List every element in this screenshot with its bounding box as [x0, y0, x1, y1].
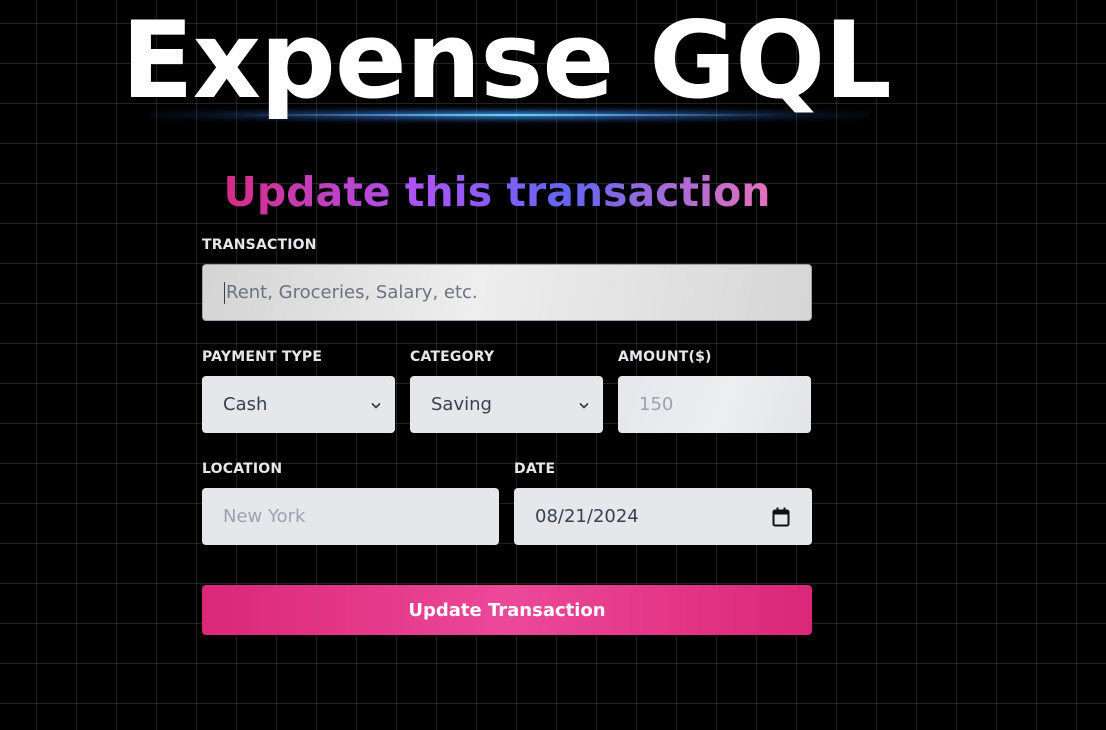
amount-placeholder: 150 [639, 394, 674, 415]
payment-type-value: Cash [223, 394, 268, 415]
transaction-label: TRANSACTION [202, 237, 317, 253]
date-input[interactable]: 08/21/2024 [514, 488, 812, 545]
category-select[interactable]: Saving [410, 376, 603, 433]
text-caret [224, 281, 225, 304]
chevron-down-icon [579, 402, 589, 408]
chevron-down-icon [371, 402, 381, 408]
location-label: LOCATION [202, 461, 283, 477]
transaction-placeholder: Rent, Groceries, Salary, etc. [226, 282, 478, 303]
date-value: 08/21/2024 [535, 506, 639, 527]
location-input[interactable]: New York [202, 488, 499, 545]
amount-label: AMOUNT($) [618, 349, 712, 365]
payment-type-select[interactable]: Cash [202, 376, 395, 433]
date-label: DATE [514, 461, 556, 477]
form-heading: Update this transaction [200, 166, 794, 218]
location-placeholder: New York [223, 506, 306, 527]
page: Expense GQL Update this transaction TRAN… [0, 0, 1106, 730]
transaction-input[interactable]: Rent, Groceries, Salary, etc. [202, 264, 812, 321]
category-value: Saving [431, 394, 492, 415]
calendar-icon[interactable] [772, 507, 790, 527]
update-transaction-button[interactable]: Update Transaction [202, 585, 812, 635]
payment-type-label: PAYMENT TYPE [202, 349, 323, 365]
app-title: Expense GQL [121, 0, 892, 122]
category-label: CATEGORY [410, 349, 495, 365]
amount-input[interactable]: 150 [618, 376, 811, 433]
